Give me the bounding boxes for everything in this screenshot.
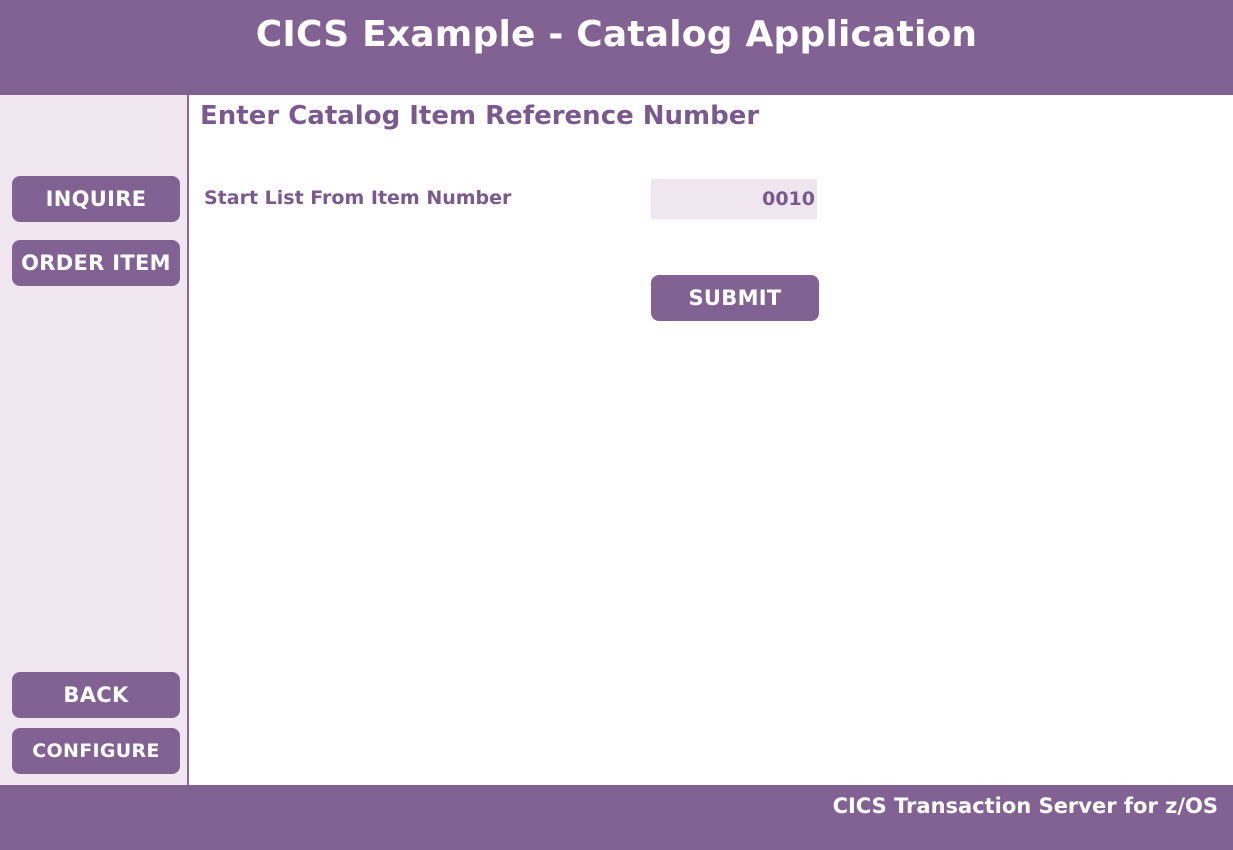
configure-button[interactable]: CONFIGURE [12,728,180,774]
page-title: Enter Catalog Item Reference Number [200,101,760,131]
main-content: Enter Catalog Item Reference Number Star… [189,95,1233,785]
start-item-number-input[interactable] [651,179,817,219]
catalog-app-window: CICS Example - Catalog Application INQUI… [0,0,1233,850]
footer-product-name: CICS Transaction Server for z/OS [832,794,1218,818]
order-item-button[interactable]: ORDER ITEM [12,240,180,286]
start-item-label: Start List From Item Number [204,187,512,209]
app-header: CICS Example - Catalog Application [0,0,1233,95]
submit-button[interactable]: SUBMIT [651,275,819,321]
app-footer: CICS Transaction Server for z/OS [0,785,1233,850]
sidebar: INQUIRE ORDER ITEM BACK CONFIGURE [0,95,189,785]
inquire-button[interactable]: INQUIRE [12,176,180,222]
back-button[interactable]: BACK [12,672,180,718]
app-title: CICS Example - Catalog Application [255,14,978,55]
